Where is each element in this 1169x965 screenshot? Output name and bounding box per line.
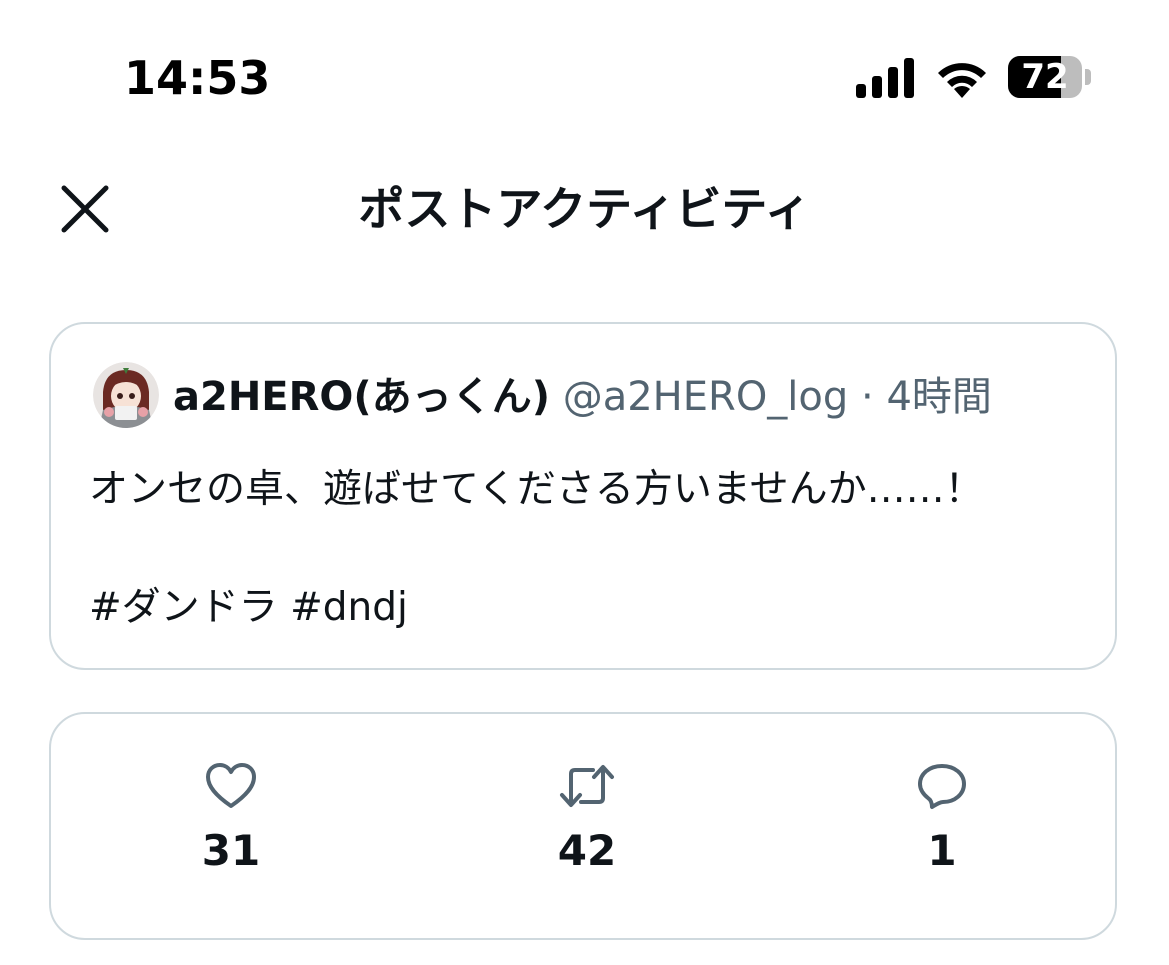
author-name[interactable]: a2HERO(あっくん) — [173, 374, 550, 420]
avatar-image — [93, 362, 159, 428]
author-handle[interactable]: @a2HERO_log — [563, 374, 849, 420]
status-time: 14:53 — [124, 51, 271, 105]
wifi-icon — [938, 63, 986, 98]
engagement-stats-card: 31 42 1 — [49, 712, 1117, 940]
status-bar: 14:53 72 — [0, 0, 1169, 150]
battery-cap — [1085, 69, 1091, 85]
page-title: ポストアクティビティ — [358, 182, 811, 236]
likes-stat[interactable]: 31 — [131, 762, 331, 876]
repost-icon — [560, 765, 614, 807]
post-text: オンセの卓、遊ばせてくださる方いませんか……！ — [89, 467, 984, 512]
post-hashtags[interactable]: #ダンドラ #dndj — [89, 582, 408, 634]
battery-indicator: 72 — [1008, 56, 1082, 98]
reposts-count: 42 — [557, 826, 617, 875]
reposts-stat[interactable]: 42 — [487, 762, 687, 876]
replies-stat[interactable]: 1 — [842, 762, 1042, 876]
header-separator: · — [861, 374, 874, 420]
cellular-signal-icon — [856, 58, 914, 98]
battery-level: 72 — [1021, 57, 1069, 97]
replies-count: 1 — [927, 826, 957, 875]
likes-count: 31 — [201, 826, 261, 875]
post-card[interactable]: a2HERO(あっくん) @a2HERO_log · 4時間 オンセの卓、遊ばせ… — [49, 322, 1117, 670]
avatar[interactable] — [93, 362, 159, 428]
heart-icon — [206, 763, 256, 808]
reply-icon — [918, 764, 966, 809]
post-timestamp: 4時間 — [886, 374, 992, 420]
post-header: a2HERO(あっくん) @a2HERO_log · 4時間 — [173, 370, 992, 424]
